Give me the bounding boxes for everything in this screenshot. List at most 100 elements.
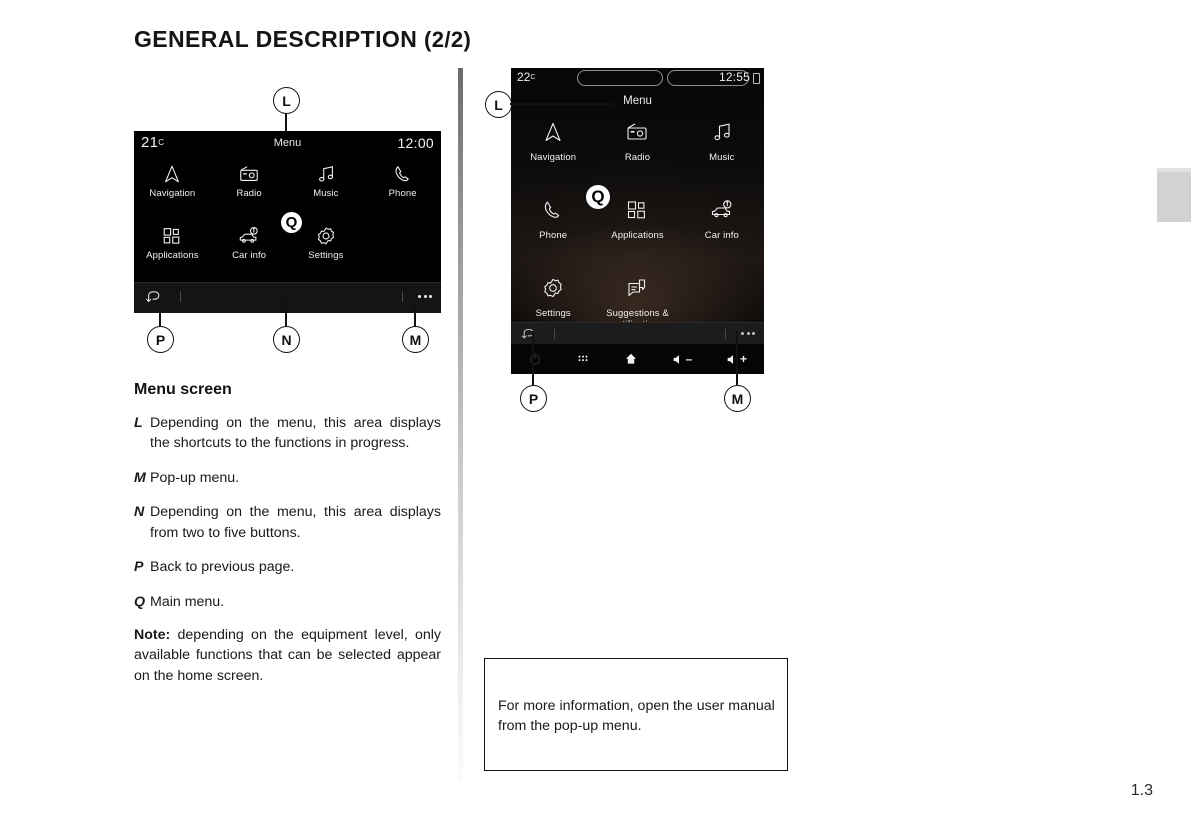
- left-bottom-separator-2: [402, 291, 403, 302]
- left-menu-item-settings[interactable]: Settings: [288, 225, 365, 261]
- definition-text-N: Depending on the menu, this area display…: [150, 504, 441, 541]
- left-menu-label-radio: Radio: [236, 188, 262, 199]
- manual-page: GENERAL DESCRIPTION (2/2) L 21C Menu 12:…: [0, 0, 1191, 840]
- right-menu-item-navigation[interactable]: Navigation: [511, 120, 595, 164]
- right-menu-item-car-info[interactable]: Car info: [680, 198, 764, 242]
- left-menu-item-car-info[interactable]: Car info: [211, 225, 288, 261]
- definition-item-P: P Back to previous page.: [134, 557, 441, 577]
- left-menu-label-settings: Settings: [308, 250, 344, 261]
- page-title: GENERAL DESCRIPTION (2/2): [134, 26, 471, 53]
- callout-P-left-label: P: [155, 331, 166, 348]
- right-menu-label-music: Music: [709, 152, 735, 163]
- gear-icon: [315, 225, 337, 247]
- navigation-arrow-icon: [161, 163, 183, 185]
- right-menu-row-2: Phone Applications Car info: [511, 198, 764, 242]
- right-screen-title: Menu: [623, 95, 652, 107]
- callout-N-left-leader: [285, 296, 287, 326]
- callout-L-left-label: L: [282, 92, 291, 109]
- callout-Q-left: Q: [281, 212, 302, 233]
- definition-key-Q: Q: [134, 593, 146, 610]
- right-display-screen: 22C 12:55 Menu Navigation Radio Music Ph…: [511, 68, 764, 374]
- right-bottom-bar: [511, 322, 764, 345]
- right-clock: 12:55: [718, 70, 750, 84]
- right-menu-item-radio[interactable]: Radio: [595, 120, 679, 164]
- callout-M-right-leader: [736, 331, 738, 385]
- definition-text-M: Pop-up menu.: [150, 469, 240, 486]
- callout-M-left: M: [402, 326, 429, 353]
- right-status-bar: 22C 12:55: [511, 68, 764, 88]
- callout-M-left-label: M: [409, 331, 422, 348]
- definition-item-N: N Depending on the menu, this area displ…: [134, 502, 441, 543]
- page-number: 1.3: [1130, 782, 1153, 799]
- car-info-icon: [238, 225, 260, 247]
- gear-icon: [541, 276, 565, 305]
- left-status-bar: 21C Menu 12:00: [134, 131, 441, 157]
- power-button[interactable]: [528, 352, 542, 366]
- left-menu-label-applications: Applications: [146, 250, 199, 261]
- definition-key-P: P: [134, 559, 144, 576]
- car-info-icon: [710, 198, 734, 227]
- left-menu-empty-slot: [364, 225, 441, 261]
- right-menu-item-music[interactable]: Music: [680, 120, 764, 164]
- right-menu-label-phone: Phone: [539, 230, 568, 241]
- left-bottom-separator-1: [180, 291, 181, 302]
- info-box-text: For more information, open the user manu…: [498, 698, 775, 734]
- chapter-edge-tab: [1157, 168, 1191, 222]
- music-note-icon: [710, 120, 734, 149]
- definition-text-P: Back to previous page.: [150, 559, 295, 576]
- callout-Q-left-label: Q: [285, 214, 298, 231]
- left-screen-title: Menu: [273, 137, 302, 149]
- note-text: depending on the equipment level, only a…: [134, 627, 441, 684]
- right-bottom-separator-1: [554, 329, 555, 339]
- right-menu-item-phone[interactable]: Phone: [511, 198, 595, 242]
- phone-handset-icon: [392, 163, 414, 185]
- left-menu-label-phone: Phone: [388, 188, 417, 199]
- callout-P-right-label: P: [528, 390, 539, 407]
- left-menu-item-radio[interactable]: Radio: [211, 163, 288, 199]
- callout-P-right: P: [520, 385, 547, 412]
- left-menu-label-navigation: Navigation: [149, 188, 196, 199]
- right-status-shortcut-1[interactable]: [577, 70, 663, 86]
- ellipsis-icon[interactable]: [741, 332, 755, 335]
- volume-up-label: +: [740, 352, 748, 366]
- apps-button[interactable]: [576, 352, 590, 366]
- right-menu-item-applications[interactable]: Applications: [595, 198, 679, 242]
- callout-L-left-leader: [285, 112, 287, 132]
- ellipsis-icon[interactable]: [418, 295, 432, 298]
- left-menu-label-car-info: Car info: [232, 250, 267, 261]
- radio-icon: [625, 120, 649, 149]
- info-box: For more information, open the user manu…: [484, 658, 788, 771]
- definition-key-M: M: [134, 469, 146, 486]
- callout-N-left: N: [273, 326, 300, 353]
- volume-down-button[interactable]: –: [672, 352, 692, 366]
- left-menu-label-music: Music: [313, 188, 339, 199]
- note-paragraph: Note: depending on the equipment level, …: [134, 625, 441, 686]
- right-menu-label-settings: Settings: [535, 308, 571, 319]
- callout-L-left: L: [273, 87, 300, 114]
- body-column: Menu screen L Depending on the menu, thi…: [134, 381, 441, 700]
- right-temperature-unit: C: [530, 74, 536, 81]
- home-button[interactable]: [624, 352, 638, 366]
- suggestions-icon: [625, 276, 649, 305]
- callout-Q-right-label: Q: [591, 187, 605, 206]
- chapter-edge-tab-highlight: [1157, 168, 1191, 172]
- callout-L-right-leader: [510, 103, 614, 105]
- callout-L-right: L: [485, 91, 512, 118]
- left-menu-item-applications[interactable]: Applications: [134, 225, 211, 261]
- left-menu-item-music[interactable]: Music: [288, 163, 365, 199]
- left-clock: 12:00: [397, 135, 434, 151]
- left-menu-item-phone[interactable]: Phone: [364, 163, 441, 199]
- navigation-arrow-icon: [541, 120, 565, 149]
- right-menu-label-car-info: Car info: [704, 230, 739, 241]
- column-divider: [458, 68, 463, 780]
- callout-P-left-leader: [159, 305, 161, 326]
- callout-P-left: P: [147, 326, 174, 353]
- left-menu-item-navigation[interactable]: Navigation: [134, 163, 211, 199]
- callout-M-right: M: [724, 385, 751, 412]
- right-menu-label-radio: Radio: [624, 152, 651, 163]
- apps-grid-icon: [625, 198, 649, 227]
- definition-key-N: N: [134, 504, 145, 521]
- definition-text-L: Depending on the menu, this area display…: [150, 415, 441, 452]
- callout-L-right-label: L: [494, 96, 503, 113]
- left-bottom-bar: [134, 282, 441, 313]
